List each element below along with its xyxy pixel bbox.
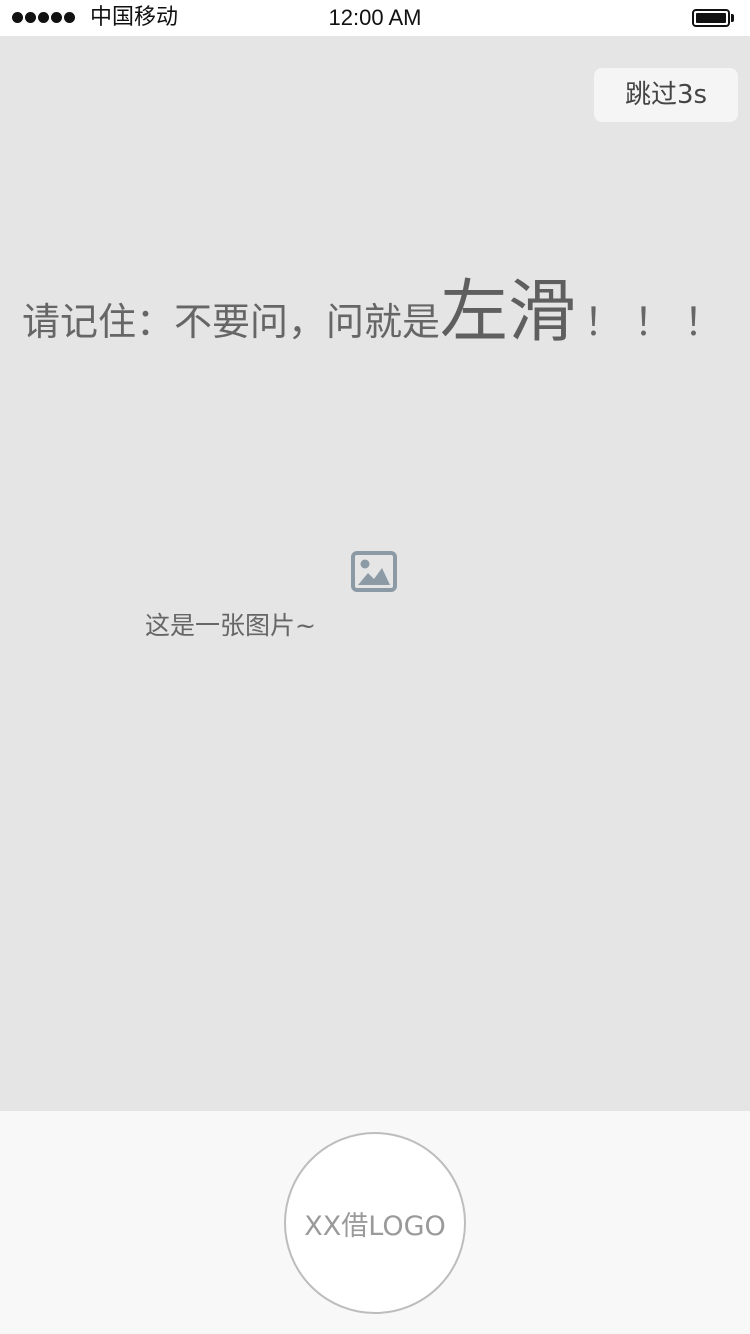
- footer: XX借LOGO: [0, 1111, 750, 1334]
- image-caption: 这是一张图片~: [145, 611, 316, 640]
- logo-text: XX借LOGO: [304, 1210, 446, 1242]
- image-icon: [351, 551, 397, 592]
- battery-icon: [692, 9, 730, 27]
- status-bar: 中国移动 12:00 AM: [0, 0, 750, 36]
- status-time: 12:00 AM: [328, 5, 422, 30]
- slogan: 请记住：不要问，问就是 左滑 ！！！: [22, 256, 742, 352]
- skip-button[interactable]: 跳过3s: [594, 68, 738, 122]
- battery-cap: [731, 14, 734, 22]
- slogan-suffix: ！！！: [584, 300, 735, 344]
- slogan-prefix: 请记住：不要问，问就是: [22, 300, 441, 344]
- app-logo: XX借LOGO: [284, 1132, 466, 1314]
- slogan-emphasis: 左滑: [440, 273, 577, 352]
- battery-level: [696, 13, 726, 23]
